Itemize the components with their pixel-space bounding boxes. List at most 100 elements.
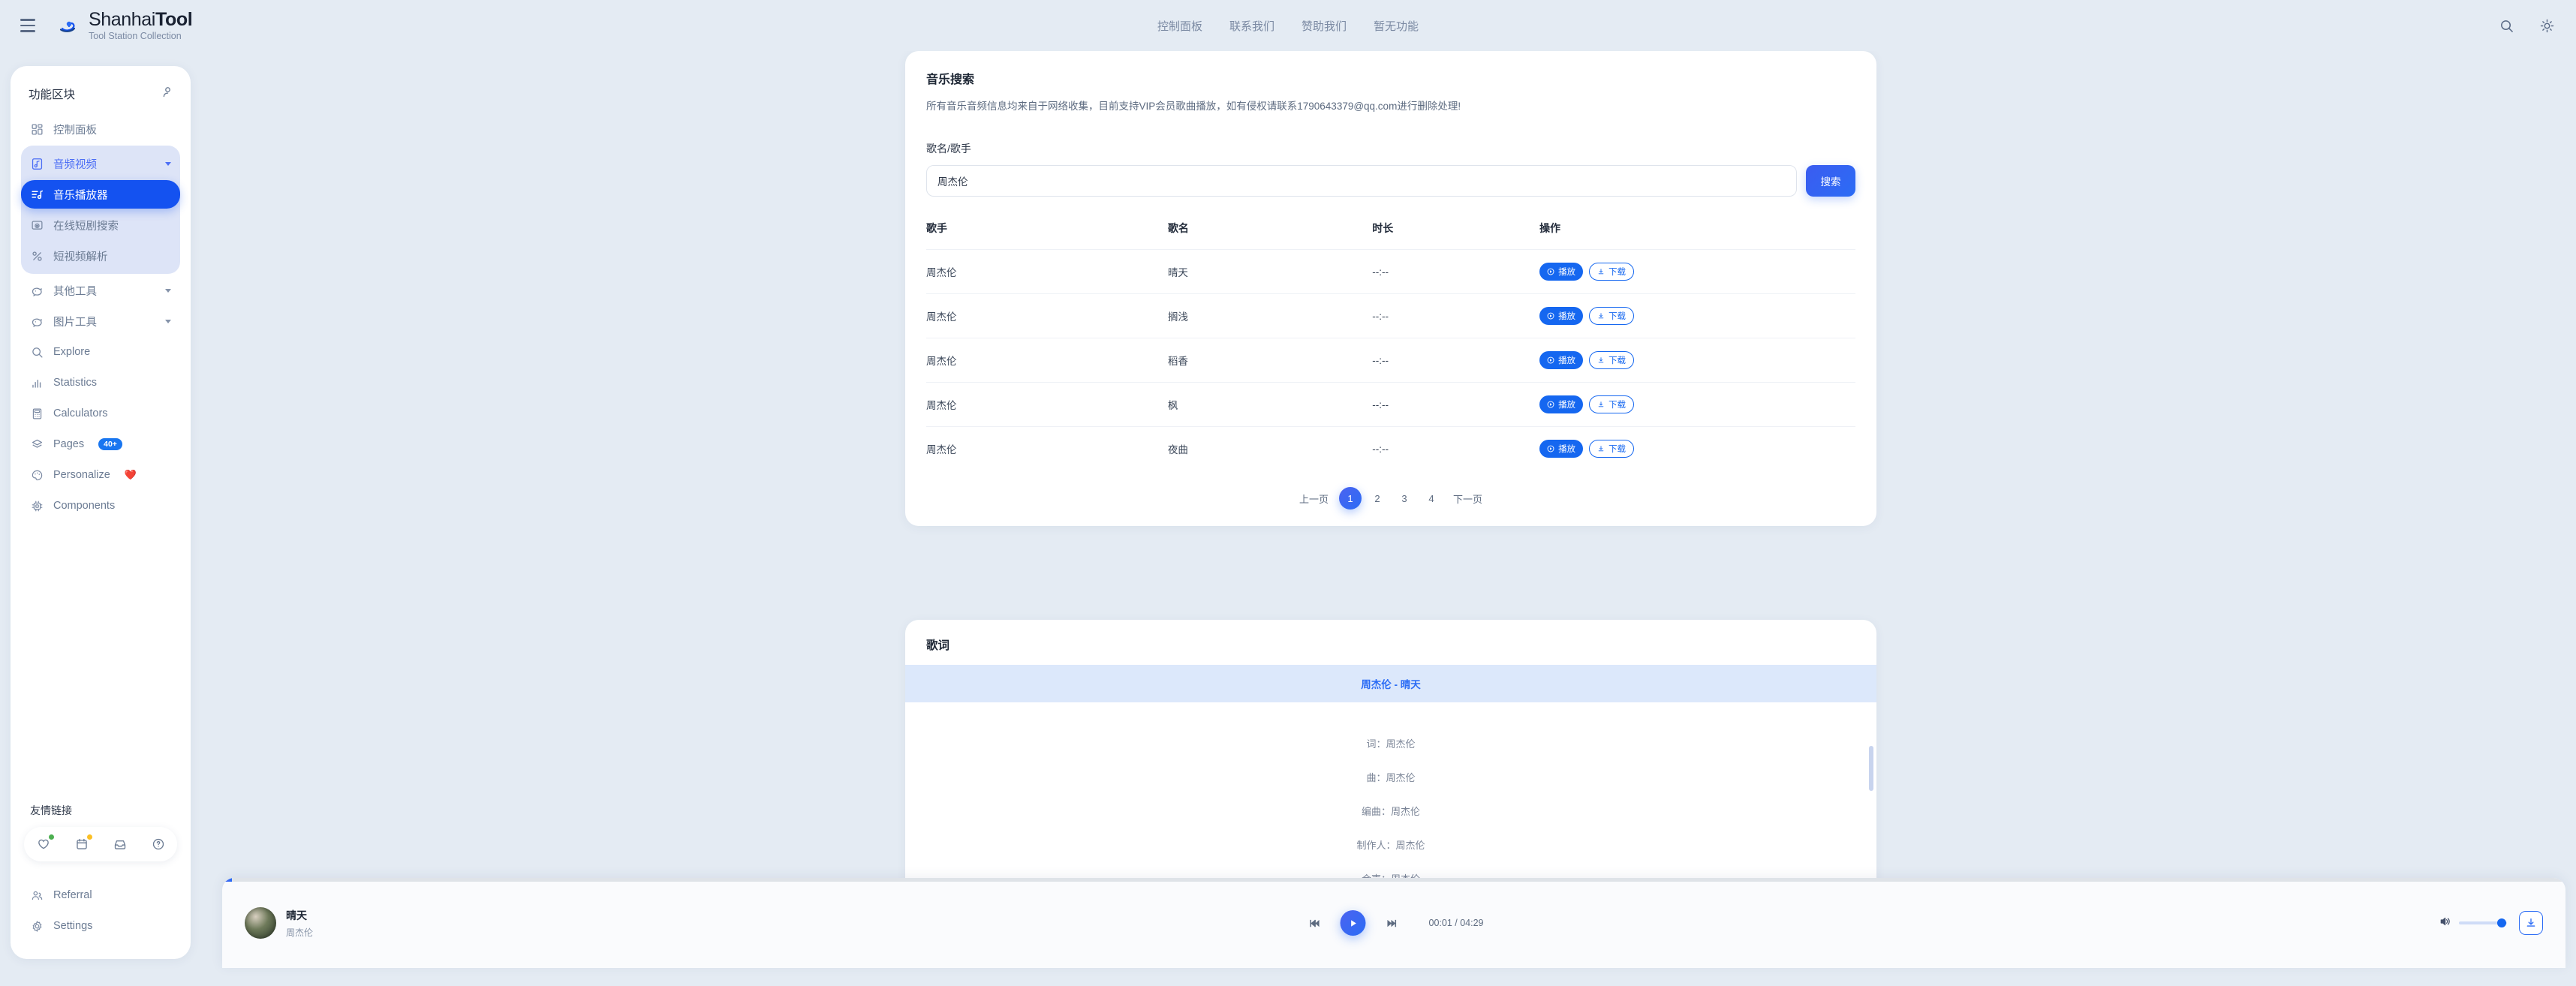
cell-duration: --:--	[1372, 338, 1539, 383]
brand-name-bold: Tool	[155, 9, 192, 30]
inbox-icon[interactable]	[110, 834, 130, 854]
lyrics-line: 曲：周杰伦	[905, 760, 1876, 794]
search-field-label: 歌名/歌手	[926, 141, 1855, 156]
download-song-button[interactable]: 下载	[1589, 307, 1634, 325]
status-dot	[49, 834, 54, 840]
theme-toggle-sun-icon[interactable]	[2537, 16, 2556, 35]
sidebar-item-personalize[interactable]: Personalize ❤️	[21, 461, 180, 489]
sidebar-item-short-drama[interactable]: 在线短剧搜索	[21, 211, 180, 239]
lyrics-line: 制作人：周杰伦	[905, 828, 1876, 861]
pages-badge: 40+	[98, 438, 122, 450]
play-song-button[interactable]: 播放	[1539, 351, 1583, 369]
album-art	[245, 907, 276, 939]
gear-icon	[30, 919, 44, 933]
play-song-button[interactable]: 播放	[1539, 263, 1583, 281]
download-song-button[interactable]: 下载	[1589, 351, 1634, 369]
lyrics-scrollbar[interactable]	[1869, 746, 1873, 791]
pagination-prev[interactable]: 上一页	[1293, 487, 1335, 510]
download-song-button[interactable]: 下载	[1589, 440, 1634, 458]
sidebar-nav: 控制面板 音频视频	[11, 113, 191, 522]
column-header-actions: 操作	[1539, 216, 1855, 250]
pagination-next[interactable]: 下一页	[1447, 487, 1488, 510]
cell-duration: --:--	[1372, 250, 1539, 294]
chart-icon	[30, 376, 44, 390]
heart-icon[interactable]	[34, 834, 53, 854]
sidebar-item-label: 在线短剧搜索	[53, 218, 119, 233]
download-song-button[interactable]: 下载	[1589, 395, 1634, 413]
skip-forward-icon[interactable]	[1383, 913, 1402, 933]
sidebar-item-label: 控制面板	[53, 122, 97, 137]
sidebar-item-dashboard[interactable]: 控制面板	[21, 115, 180, 143]
sidebar-item-short-video-parse[interactable]: 短视频解析	[21, 242, 180, 270]
table-row: 周杰伦晴天--:--播放下载	[926, 250, 1855, 294]
search-icon[interactable]	[2496, 16, 2516, 35]
users-icon	[30, 888, 44, 903]
play-song-button[interactable]: 播放	[1539, 440, 1583, 458]
pagination-page-2[interactable]: 2	[1366, 487, 1389, 510]
player-controls: 00:01 / 04:29	[1305, 910, 1484, 936]
download-button[interactable]	[2519, 911, 2543, 935]
cell-artist: 周杰伦	[926, 383, 1168, 427]
sidebar-item-settings[interactable]: Settings	[21, 912, 180, 940]
sidebar-item-label: Settings	[53, 920, 92, 932]
sidebar-item-calculators[interactable]: Calculators	[21, 399, 180, 428]
sidebar-item-audio-video[interactable]: 音频视频	[21, 149, 180, 178]
sidebar-item-label: Explore	[53, 346, 90, 358]
lyrics-line: 词：周杰伦	[905, 726, 1876, 760]
sidebar-item-statistics[interactable]: Statistics	[21, 368, 180, 397]
help-icon[interactable]	[149, 834, 168, 854]
sidebar-item-pages[interactable]: Pages 40+	[21, 430, 180, 458]
play-song-button[interactable]: 播放	[1539, 307, 1583, 325]
topnav-item-1[interactable]: 联系我们	[1229, 18, 1274, 34]
top-bar: ShanhaiTool Tool Station Collection 控制面板…	[0, 0, 2576, 51]
sidebar-item-label: 音乐播放器	[53, 187, 108, 203]
calendar-icon[interactable]	[72, 834, 92, 854]
volume-icon[interactable]	[2439, 915, 2451, 931]
volume-slider[interactable]	[2459, 921, 2507, 924]
pagination-page-3[interactable]: 3	[1393, 487, 1416, 510]
menu-toggle-icon[interactable]	[15, 13, 41, 38]
logo-icon	[57, 14, 80, 37]
sidebar-item-label: Calculators	[53, 407, 108, 419]
music-player-icon	[30, 188, 44, 202]
sidebar-item-music-player[interactable]: 音乐播放器	[21, 180, 180, 209]
brand: ShanhaiTool Tool Station Collection	[57, 10, 192, 41]
cell-song: 夜曲	[1168, 427, 1372, 471]
sidebar-item-components[interactable]: Components	[21, 491, 180, 520]
volume-slider-knob[interactable]	[2497, 918, 2506, 927]
sidebar-item-referral[interactable]: Referral	[21, 881, 180, 909]
table-header-row: 歌手 歌名 时长 操作	[926, 216, 1855, 250]
music-player-bar: 晴天 周杰伦 00:01 / 04:29	[222, 878, 2565, 968]
download-song-button[interactable]: 下载	[1589, 263, 1634, 281]
play-button[interactable]	[1341, 910, 1366, 936]
cell-duration: --:--	[1372, 294, 1539, 338]
topnav-item-3[interactable]: 暂无功能	[1374, 18, 1419, 34]
skip-back-icon[interactable]	[1305, 913, 1324, 933]
sidebar-bottom: 友情链接	[11, 803, 191, 959]
user-profile-icon[interactable]	[161, 86, 174, 102]
pagination-page-4[interactable]: 4	[1420, 487, 1443, 510]
lyrics-line: 编曲：周杰伦	[905, 794, 1876, 828]
table-row: 周杰伦搁浅--:--播放下载	[926, 294, 1855, 338]
sidebar-item-image-tools[interactable]: 图片工具	[21, 307, 180, 335]
topnav-item-0[interactable]: 控制面板	[1157, 18, 1202, 34]
pagination-page-1[interactable]: 1	[1339, 487, 1362, 510]
layers-icon	[30, 437, 44, 452]
cell-artist: 周杰伦	[926, 338, 1168, 383]
palette-icon	[30, 468, 44, 482]
brand-tagline: Tool Station Collection	[89, 32, 192, 41]
cell-song: 搁浅	[1168, 294, 1372, 338]
cell-actions: 播放下载	[1539, 294, 1855, 338]
search-button[interactable]: 搜索	[1806, 165, 1855, 197]
volume-control	[2439, 915, 2507, 931]
play-song-button[interactable]: 播放	[1539, 395, 1583, 413]
sidebar-item-explore[interactable]: Explore	[21, 338, 180, 366]
search-input[interactable]	[926, 165, 1797, 197]
dashboard-icon	[30, 122, 44, 137]
chevron-down-icon	[165, 289, 171, 293]
sidebar-item-other-tools[interactable]: 其他工具	[21, 276, 180, 305]
top-navigation: 控制面板 联系我们 赞助我们 暂无功能	[1157, 18, 1419, 34]
topnav-item-2[interactable]: 赞助我们	[1302, 18, 1347, 34]
sidebar-item-label: 短视频解析	[53, 248, 108, 264]
other-tools-icon	[30, 284, 44, 298]
